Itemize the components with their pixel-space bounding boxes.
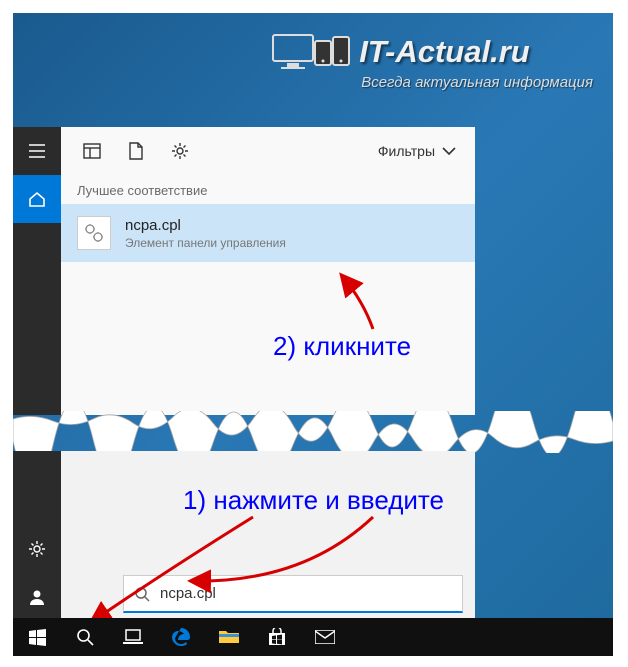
mail-button[interactable]	[301, 618, 349, 656]
settings-filter-button[interactable]	[161, 132, 199, 170]
annotation-step-1: 1) нажмите и введите	[183, 485, 444, 516]
edge-icon	[171, 627, 191, 647]
start-search-panel: Фильтры Лучшее соответствие ncpa.cpl Эл	[13, 127, 475, 415]
devices-icon	[271, 31, 351, 73]
file-explorer-icon	[219, 629, 239, 645]
apps-filter-button[interactable]	[73, 132, 111, 170]
home-button[interactable]	[13, 175, 61, 223]
settings-rail-button[interactable]	[13, 525, 61, 573]
task-view-icon	[123, 629, 143, 645]
user-rail-button[interactable]	[13, 573, 61, 621]
watermark: IT-Actual.ru Всегда актуальная информаци…	[271, 31, 593, 91]
start-left-rail	[13, 127, 61, 415]
annotation-arrow-2	[333, 271, 383, 335]
annotation-step-2: 2) кликните	[273, 331, 411, 362]
best-match-label: Лучшее соответствие	[61, 175, 475, 204]
result-title: ncpa.cpl	[125, 217, 286, 234]
edge-button[interactable]	[157, 618, 205, 656]
file-explorer-button[interactable]	[205, 618, 253, 656]
tear-divider	[13, 411, 613, 453]
filters-dropdown[interactable]: Фильтры	[372, 143, 463, 159]
mail-icon	[315, 630, 335, 644]
taskbar-search-button[interactable]	[61, 618, 109, 656]
search-result-item[interactable]: ncpa.cpl Элемент панели управления	[61, 204, 475, 262]
windows-logo-icon	[29, 629, 46, 646]
search-toolbar: Фильтры	[61, 127, 475, 175]
control-panel-item-icon	[77, 216, 111, 250]
annotation-arrow-1b	[73, 513, 273, 633]
task-view-button[interactable]	[109, 618, 157, 656]
search-panel-body: Фильтры Лучшее соответствие ncpa.cpl Эл	[61, 127, 475, 415]
watermark-title: IT-Actual.ru	[359, 34, 530, 70]
taskbar	[13, 618, 613, 656]
store-icon	[268, 628, 286, 646]
hamburger-button[interactable]	[13, 127, 61, 175]
start-button[interactable]	[13, 618, 61, 656]
filters-label: Фильтры	[378, 143, 435, 159]
search-icon	[76, 628, 94, 646]
store-button[interactable]	[253, 618, 301, 656]
watermark-subtitle: Всегда актуальная информация	[361, 74, 593, 91]
chevron-down-icon	[441, 146, 457, 156]
screenshot-frame: IT-Actual.ru Всегда актуальная информаци…	[13, 13, 613, 653]
start-left-rail-bottom	[13, 451, 61, 621]
result-subtitle: Элемент панели управления	[125, 236, 286, 250]
documents-filter-button[interactable]	[117, 132, 155, 170]
